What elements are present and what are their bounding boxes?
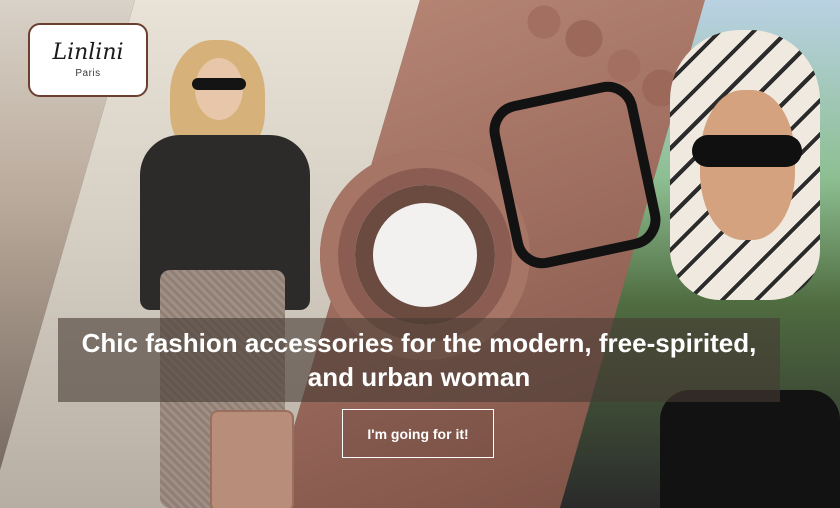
sunglasses-shape — [692, 135, 802, 167]
cta-button[interactable]: I'm going for it! — [342, 409, 494, 458]
brand-subtitle: Paris — [75, 67, 101, 79]
headline-overlay: Chic fashion accessories for the modern,… — [58, 318, 780, 402]
black-top-shape — [660, 390, 840, 508]
brand-wordmark: Linlini — [52, 39, 124, 65]
sunglasses-shape — [192, 78, 246, 90]
woman-figure-right — [660, 30, 840, 508]
handbag-shape — [210, 410, 294, 508]
hero-headline: Chic fashion accessories for the modern,… — [81, 328, 757, 392]
hero-banner: Linlini Paris Chic fashion accessories f… — [0, 0, 840, 508]
woman-figure-left — [140, 40, 310, 508]
coffee-shape — [355, 185, 495, 325]
brand-logo[interactable]: Linlini Paris — [28, 23, 148, 97]
bead-necklace-shape — [520, 0, 680, 110]
